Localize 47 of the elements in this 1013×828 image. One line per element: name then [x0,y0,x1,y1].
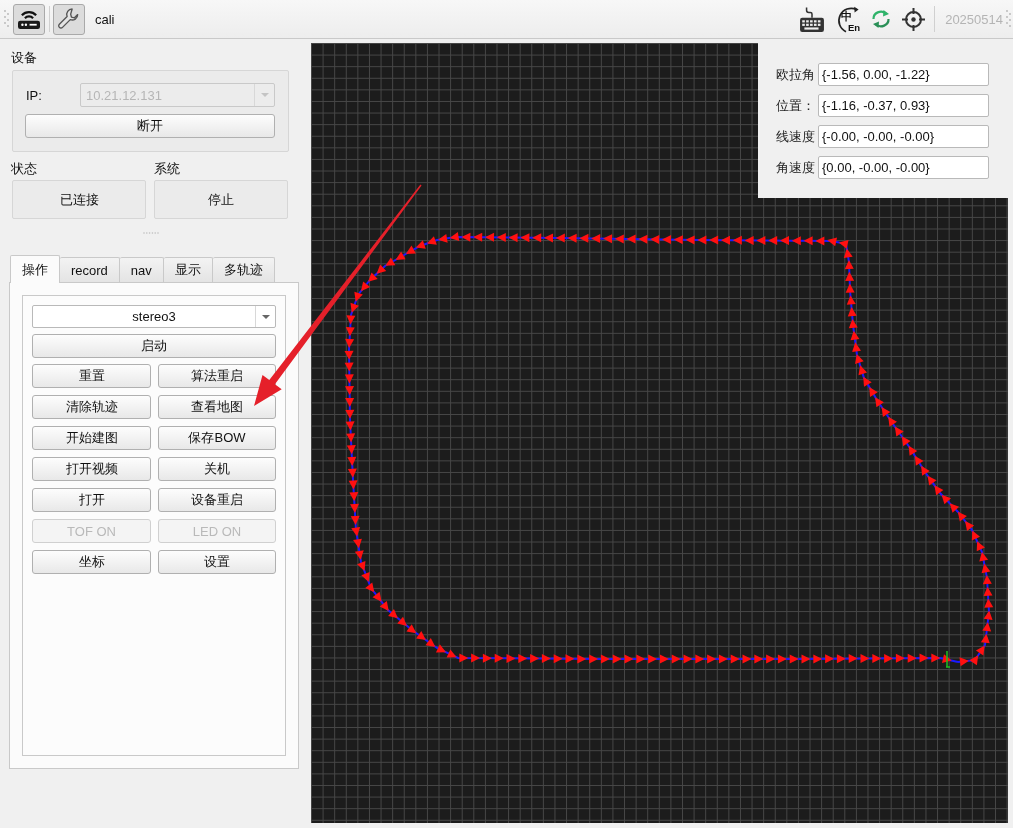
wifi-router-icon [18,9,40,29]
action-button[interactable]: 算法重启 [158,364,276,388]
wrench-icon [58,8,80,30]
field-label: 线速度 [776,127,816,146]
action-button[interactable]: 设备重启 [158,488,276,512]
date-label: 20250514 [945,11,1003,27]
value-field[interactable]: {-1.56, 0.00, -1.22} [818,63,989,86]
tab[interactable]: 多轨迹 [212,257,275,282]
value-field[interactable]: {0.00, -0.00, -0.00} [818,156,989,179]
crosshair-icon[interactable] [902,7,926,31]
status-display: 已连接 [12,180,146,219]
ip-label: IP: [25,87,43,103]
toolbar-title: cali [95,11,115,27]
action-button[interactable]: 设置 [158,550,276,574]
keyboard-icon[interactable] [800,6,825,32]
value-field[interactable]: {-0.00, -0.00, -0.00} [818,125,989,148]
tab[interactable]: 操作 [10,255,60,283]
wrench-button[interactable] [53,3,85,35]
action-button[interactable]: 清除轨迹 [32,395,151,419]
action-button[interactable]: 开始建图 [32,426,151,450]
status-display: 停止 [154,180,288,219]
action-button[interactable]: 打开 [32,488,151,512]
disconnect-button[interactable]: 断开 [25,114,275,138]
router-button[interactable] [13,3,45,35]
action-button[interactable]: 关机 [158,457,276,481]
field-label: 位置： [776,96,816,115]
field-label: 角速度 [776,158,816,177]
action-button[interactable]: 打开视频 [32,457,151,481]
section-title: 系统 [154,160,180,178]
action-button[interactable]: 坐标 [32,550,151,574]
section-title: 设备 [11,49,37,67]
action-button[interactable]: 重置 [32,364,151,388]
tab[interactable]: nav [119,257,164,282]
action-button[interactable]: 保存BOW [158,426,276,450]
dropdown-arrow-icon [260,93,269,97]
value-field[interactable]: {-1.16, -0.37, 0.93} [818,94,989,117]
tab[interactable]: 显示 [163,257,213,282]
action-button[interactable]: 查看地图 [158,395,276,419]
mode-combobox[interactable]: stereo3 [32,305,276,328]
grip-icon[interactable] [4,9,9,29]
tab[interactable]: record [60,257,120,282]
section-title: 状态 [11,160,37,178]
grip-icon[interactable] [1006,9,1011,29]
refresh-icon[interactable] [870,9,893,29]
start-button[interactable]: 启动 [32,334,276,358]
dropdown-arrow-icon [261,314,270,319]
field-label: 欧拉角 [776,65,816,84]
